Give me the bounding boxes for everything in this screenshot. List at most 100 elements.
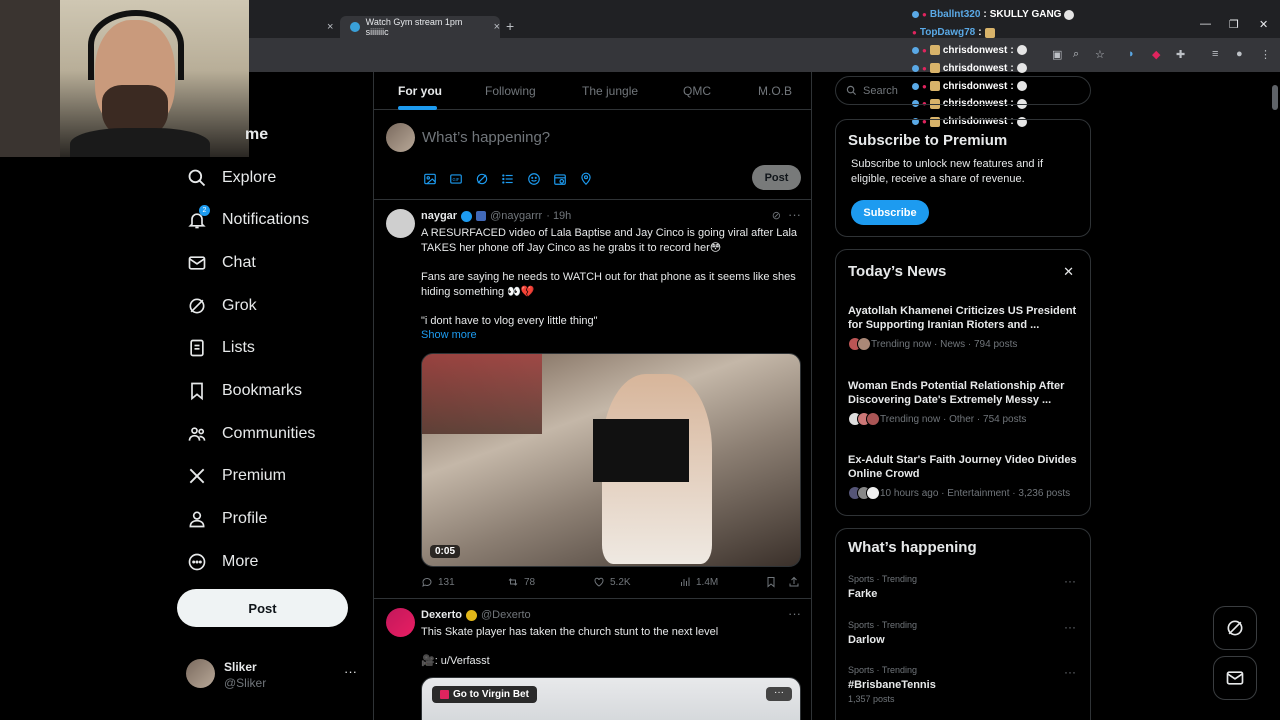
- ad-cta-button[interactable]: Go to Virgin Bet: [432, 686, 537, 703]
- svg-text:GIF: GIF: [452, 176, 459, 181]
- tweet-text: "i dont have to vlog every little thing": [421, 315, 598, 327]
- minimize-icon[interactable]: —: [1200, 18, 1211, 30]
- tweet-author-name[interactable]: naygar: [421, 210, 457, 222]
- search-input[interactable]: Search: [835, 76, 1091, 105]
- close-tab-icon[interactable]: ×: [327, 21, 333, 33]
- nav-premium[interactable]: Premium: [186, 461, 286, 491]
- nav-profile-label: Profile: [222, 510, 268, 527]
- tab-the-jungle[interactable]: The jungle: [582, 84, 638, 98]
- tweet-video[interactable]: 0:05: [421, 353, 801, 567]
- browser-tab-active[interactable]: Watch Gym stream 1pm siiiiiiic ×: [340, 16, 500, 38]
- subscribe-button[interactable]: Subscribe: [851, 200, 929, 225]
- tweet-header: naygar @naygarrr · 19h: [421, 210, 571, 222]
- grok-icon: [186, 295, 208, 317]
- reply-button[interactable]: 131: [421, 576, 455, 588]
- nav-explore[interactable]: Explore: [186, 163, 276, 193]
- post-button[interactable]: Post: [177, 589, 348, 627]
- nav-chat[interactable]: Chat: [186, 248, 256, 278]
- media-more-icon[interactable]: ···: [766, 687, 792, 701]
- nav-communities-label: Communities: [222, 425, 316, 442]
- emote-icon: [984, 27, 995, 38]
- repost-button[interactable]: 78: [507, 576, 535, 588]
- close-icon[interactable]: ✕: [1063, 264, 1074, 280]
- tab-following[interactable]: Following: [485, 84, 536, 98]
- gif-icon[interactable]: GIF: [448, 171, 463, 186]
- nav-explore-label: Explore: [222, 169, 277, 186]
- tweet[interactable]: naygar @naygarrr · 19h ⊘ ··· A RESURFACE…: [374, 200, 811, 599]
- avatar[interactable]: [386, 209, 415, 238]
- profile-icon[interactable]: ●: [1236, 48, 1243, 60]
- notification-badge: 2: [199, 205, 210, 216]
- trend-item[interactable]: Sports · Trending Darlow ···: [848, 620, 1082, 646]
- tweet[interactable]: Dexerto @Dexerto ··· This Skate player h…: [374, 599, 811, 720]
- close-window-icon[interactable]: ✕: [1259, 18, 1268, 31]
- location-icon[interactable]: [578, 171, 593, 186]
- grok-icon[interactable]: ⊘: [772, 209, 781, 222]
- browser-tab-inactive[interactable]: ×: [250, 16, 340, 38]
- media-icon[interactable]: ≡: [1212, 48, 1218, 60]
- extension-icon[interactable]: ◆: [1152, 48, 1160, 61]
- close-tab-icon[interactable]: ×: [494, 21, 500, 33]
- news-item[interactable]: Ex-Adult Star's Faith Journey Video Divi…: [848, 453, 1082, 500]
- account-switcher[interactable]: Sliker @Sliker ···: [186, 658, 366, 692]
- more-options-icon[interactable]: ···: [788, 606, 801, 621]
- maximize-icon[interactable]: ❐: [1229, 18, 1239, 31]
- people-icon: [186, 423, 208, 445]
- news-item[interactable]: Woman Ends Potential Relationship After …: [848, 379, 1082, 426]
- nav-bookmarks[interactable]: Bookmarks: [186, 376, 302, 406]
- new-tab-button[interactable]: +: [506, 18, 514, 34]
- views-button[interactable]: 1.4M: [679, 576, 718, 588]
- grok-icon[interactable]: [474, 171, 489, 186]
- browser-menu-icon[interactable]: ⋮: [1260, 48, 1271, 61]
- news-item[interactable]: Ayatollah Khamenei Criticizes US Preside…: [848, 304, 1082, 351]
- schedule-icon[interactable]: [552, 171, 567, 186]
- tweet-author-name[interactable]: Dexerto: [421, 609, 462, 621]
- compose-input[interactable]: What’s happening?: [422, 129, 550, 146]
- compose-toolbar: GIF: [422, 171, 593, 186]
- mail-icon: [186, 252, 208, 274]
- bookmark-icon: [767, 577, 775, 588]
- tweet-time[interactable]: · 19h: [546, 210, 571, 222]
- tweet-author-handle[interactable]: @naygarrr: [490, 210, 542, 222]
- nav-communities[interactable]: Communities: [186, 419, 315, 449]
- tab-for-you[interactable]: For you: [398, 84, 442, 98]
- premium-title: Subscribe to Premium: [848, 132, 1008, 149]
- emoji-icon[interactable]: [526, 171, 541, 186]
- more-options-icon[interactable]: ···: [1064, 620, 1076, 634]
- tab-title: Watch Gym stream 1pm siiiiiiic: [365, 17, 463, 37]
- tab-qmc[interactable]: QMC: [683, 84, 711, 98]
- tab-mob[interactable]: M.O.B: [758, 84, 792, 98]
- page-scrollbar[interactable]: [1272, 85, 1278, 110]
- nav-profile[interactable]: Profile: [186, 504, 267, 534]
- account-menu-icon[interactable]: ···: [344, 664, 357, 679]
- nav-home[interactable]: me: [245, 120, 268, 150]
- avatar-stack: [848, 486, 880, 500]
- nav-more[interactable]: More: [186, 547, 258, 577]
- tweet-video[interactable]: Go to Virgin Bet ···: [421, 677, 801, 720]
- nav-grok[interactable]: Grok: [186, 291, 257, 321]
- nav-lists[interactable]: Lists: [186, 333, 255, 363]
- search-icon: [846, 85, 857, 96]
- image-icon[interactable]: [422, 171, 437, 186]
- share-button[interactable]: [788, 576, 800, 588]
- compose-post-button[interactable]: Post: [752, 165, 801, 190]
- trend-item[interactable]: Sports · Trending Farke ···: [848, 574, 1082, 600]
- extension-icon[interactable]: ◗: [1128, 48, 1135, 60]
- star-icon[interactable]: ☆: [1095, 48, 1105, 61]
- more-options-icon[interactable]: ···: [788, 207, 801, 222]
- trend-item[interactable]: Sports · Trending #BrisbaneTennis 1,357 …: [848, 665, 1082, 704]
- webcam-overlay: [0, 0, 249, 157]
- bell-icon: 2: [186, 205, 210, 231]
- tweet-author-handle[interactable]: @Dexerto: [481, 609, 531, 621]
- more-options-icon[interactable]: ···: [1064, 665, 1076, 679]
- grok-fab-button[interactable]: [1213, 606, 1257, 650]
- poll-icon[interactable]: [500, 171, 515, 186]
- avatar[interactable]: [386, 608, 415, 637]
- nav-notifications[interactable]: 2 Notifications: [186, 205, 309, 235]
- more-options-icon[interactable]: ···: [1064, 574, 1076, 588]
- puzzle-icon[interactable]: ✚: [1176, 48, 1185, 61]
- messages-fab-button[interactable]: [1213, 656, 1257, 700]
- like-button[interactable]: 5.2K: [593, 576, 631, 588]
- bookmark-button[interactable]: [765, 576, 777, 588]
- show-more-link[interactable]: Show more: [421, 329, 477, 341]
